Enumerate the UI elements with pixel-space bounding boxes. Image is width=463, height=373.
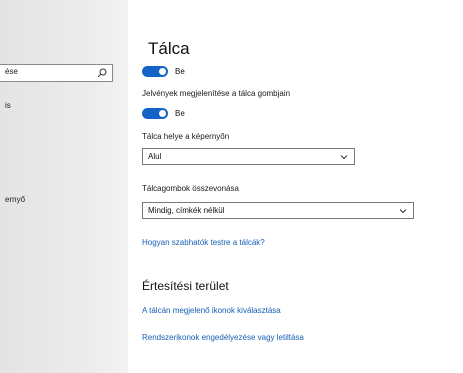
position-value: Alul <box>148 152 162 161</box>
nav-item-2[interactable]: ernyő <box>5 195 25 204</box>
search-icon[interactable] <box>97 68 107 78</box>
main-content: Tálca Be Jelvények megjelenítése a tálca… <box>128 0 463 373</box>
chevron-down-icon <box>340 155 348 160</box>
toggle2-state-label: Be <box>175 109 185 118</box>
badges-toggle[interactable] <box>142 108 168 119</box>
nav-pane: ése is ernyő <box>0 0 128 373</box>
search-box[interactable]: ése <box>0 64 113 82</box>
toggle1-state-label: Be <box>175 67 185 76</box>
combine-label: Tálcagombok összevonása <box>142 184 239 193</box>
nav-item-1[interactable]: is <box>5 101 11 110</box>
page-title: Tálca <box>148 39 190 58</box>
toggle-knob <box>159 110 166 117</box>
select-icons-link[interactable]: A tálcán megjelenő ikonok kiválasztása <box>142 306 281 315</box>
position-dropdown[interactable]: Alul <box>142 148 355 165</box>
combine-dropdown[interactable]: Mindig, címkék nélkül <box>142 202 414 219</box>
toggle-knob <box>159 68 166 75</box>
settings-window: ése is ernyő Tálca Be Jelvények megjelen… <box>0 0 463 373</box>
badges-label: Jelvények megjelenítése a tálca gombjain <box>142 89 291 98</box>
search-input[interactable]: ése <box>5 67 18 76</box>
notification-area-title: Értesítési terület <box>142 279 229 293</box>
chevron-down-icon <box>399 209 407 214</box>
position-label: Tálca helye a képernyőn <box>142 132 230 141</box>
combine-value: Mindig, címkék nélkül <box>148 206 225 215</box>
customize-link[interactable]: Hogyan szabhatók testre a tálcák? <box>142 238 265 247</box>
system-icons-link[interactable]: Rendszerikonok engedélyezése vagy letilt… <box>142 333 304 342</box>
lock-taskbar-toggle[interactable] <box>142 66 168 77</box>
